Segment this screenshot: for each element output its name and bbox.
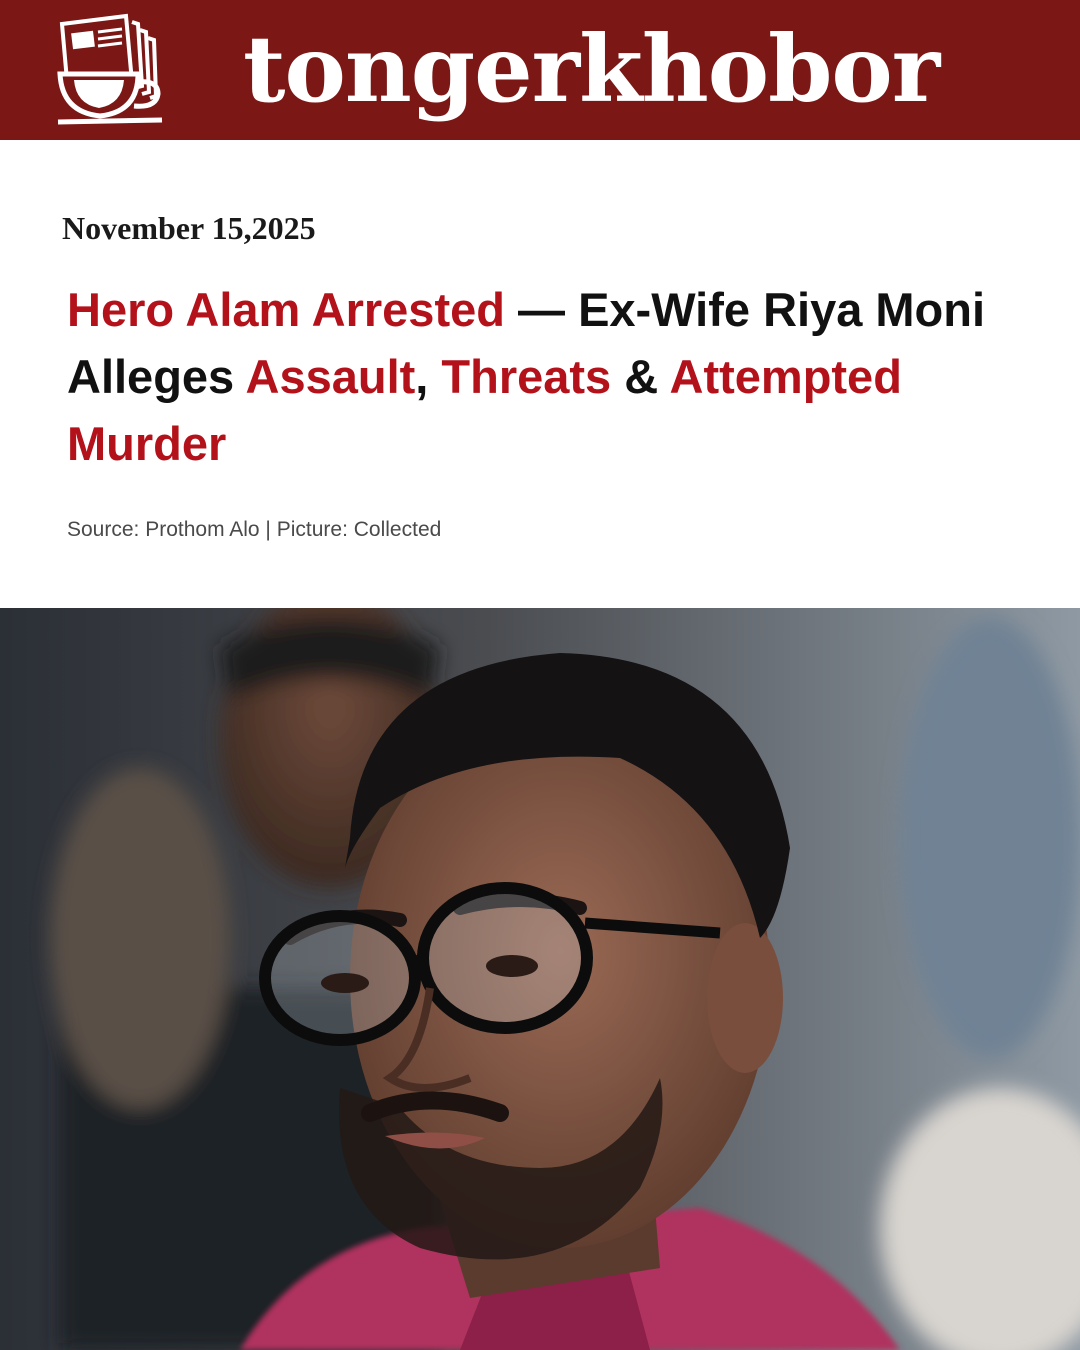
headline-segment: Threats: [441, 350, 612, 403]
headline-segment: &: [611, 350, 670, 403]
source-credit: Source: Prothom Alo | Picture: Collected: [67, 518, 442, 541]
article-date: November 15,2025: [62, 210, 316, 246]
newspaper-coffee-cup-icon[interactable]: [54, 12, 169, 127]
article-headline[interactable]: Hero Alam Arrested — Ex-Wife Riya Moni A…: [67, 276, 1042, 477]
masthead: tongerkhobor: [0, 0, 1080, 140]
headline-segment: Assault: [245, 350, 416, 403]
man-with-glasses-photo: [0, 608, 1080, 1350]
headline-segment: Hero Alam Arrested: [67, 283, 505, 336]
site-brand-name[interactable]: tongerkhobor: [243, 10, 940, 128]
headline-segment: ,: [415, 350, 442, 403]
